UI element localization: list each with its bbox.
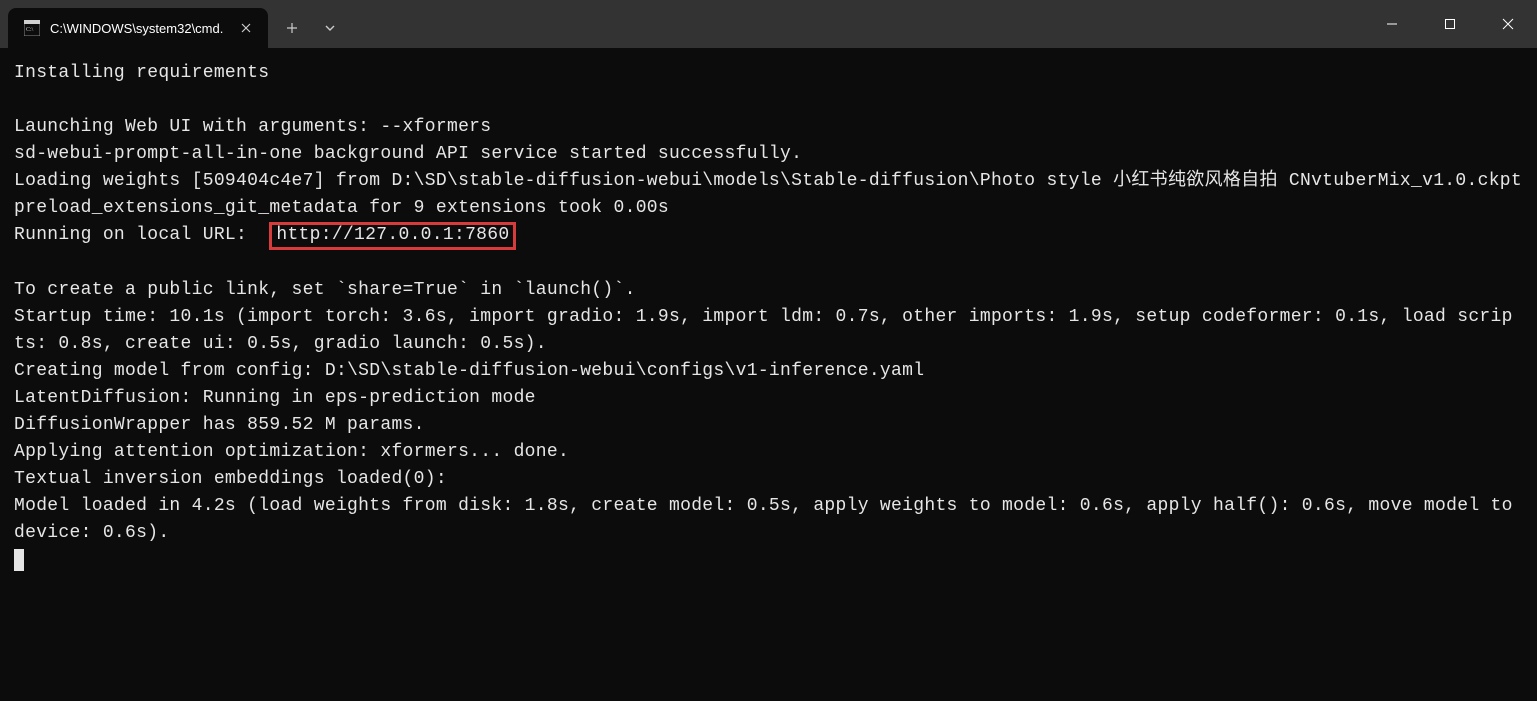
terminal-line: Running on local URL: http://127.0.0.1:7… bbox=[14, 225, 516, 245]
terminal-line: Model loaded in 4.2s (load weights from … bbox=[14, 496, 1524, 543]
terminal-line: Applying attention optimization: xformer… bbox=[14, 442, 569, 462]
maximize-button[interactable] bbox=[1421, 0, 1479, 48]
tab-actions bbox=[274, 8, 348, 48]
terminal-line: To create a public link, set `share=True… bbox=[14, 280, 636, 300]
terminal-line: LatentDiffusion: Running in eps-predicti… bbox=[14, 388, 536, 408]
tab-close-button[interactable] bbox=[236, 18, 256, 38]
active-tab[interactable]: C:\ C:\WINDOWS\system32\cmd. bbox=[8, 8, 268, 48]
svg-text:C:\: C:\ bbox=[26, 27, 34, 33]
titlebar: C:\ C:\WINDOWS\system32\cmd. bbox=[0, 0, 1537, 48]
terminal-line: Textual inversion embeddings loaded(0): bbox=[14, 469, 447, 489]
url-line-prefix: Running on local URL: bbox=[14, 225, 269, 245]
terminal-line: Launching Web UI with arguments: --xform… bbox=[14, 117, 491, 137]
titlebar-drag-area[interactable] bbox=[348, 0, 1363, 48]
terminal-line: Installing requirements bbox=[14, 63, 269, 83]
terminal-line: DiffusionWrapper has 859.52 M params. bbox=[14, 415, 425, 435]
tab-dropdown-button[interactable] bbox=[312, 10, 348, 46]
terminal-line: Startup time: 10.1s (import torch: 3.6s,… bbox=[14, 307, 1513, 354]
close-button[interactable] bbox=[1479, 0, 1537, 48]
minimize-button[interactable] bbox=[1363, 0, 1421, 48]
terminal-window: C:\ C:\WINDOWS\system32\cmd. bbox=[0, 0, 1537, 701]
new-tab-button[interactable] bbox=[274, 10, 310, 46]
window-controls bbox=[1363, 0, 1537, 48]
terminal-line: Creating model from config: D:\SD\stable… bbox=[14, 361, 924, 381]
local-url-highlight: http://127.0.0.1:7860 bbox=[269, 222, 516, 250]
cmd-icon: C:\ bbox=[24, 20, 40, 36]
terminal-line: Loading weights [509404c4e7] from D:\SD\… bbox=[14, 171, 1522, 191]
terminal-line: sd-webui-prompt-all-in-one background AP… bbox=[14, 144, 802, 164]
terminal-line: preload_extensions_git_metadata for 9 ex… bbox=[14, 198, 669, 218]
tab-title: C:\WINDOWS\system32\cmd. bbox=[50, 21, 226, 36]
terminal-cursor bbox=[14, 549, 24, 571]
terminal-output[interactable]: Installing requirements Launching Web UI… bbox=[0, 48, 1537, 701]
